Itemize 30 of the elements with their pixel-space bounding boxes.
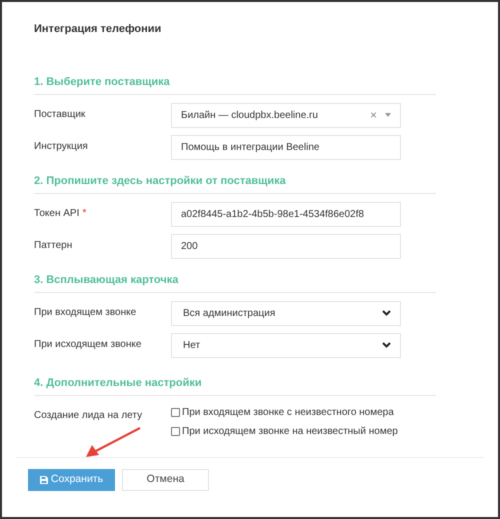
field-label: Паттерн [34, 238, 72, 252]
chevron-icon [382, 342, 391, 348]
caret-icon [385, 113, 391, 117]
dialog-title: Интеграция телефонии [34, 22, 162, 37]
field-label: При входящем звонке [34, 306, 136, 320]
field-label: Инструкция [34, 140, 88, 154]
dropdown[interactable]: Нет [171, 332, 401, 358]
chevron-icon [382, 310, 391, 316]
field-label: При исходящем звонке [34, 338, 142, 352]
field-label: Токен API [34, 206, 80, 220]
field-label: Поставщик [34, 108, 86, 122]
arrow-drawing [84, 426, 142, 458]
checkbox[interactable] [171, 426, 180, 436]
clear-icon[interactable]: × [370, 109, 377, 121]
field-label: Создание лида на лету [34, 408, 142, 422]
checkbox-label: При исходящем звонке на неизвестный номер [182, 424, 398, 438]
checkbox[interactable] [171, 408, 180, 416]
dropdown[interactable]: Вся администрация [171, 300, 401, 326]
floppy-icon [40, 476, 48, 484]
input-field[interactable]: 200 [171, 234, 401, 258]
cancel-button[interactable]: Отмена [122, 468, 209, 490]
required-mark: * [82, 206, 86, 220]
provider-select[interactable]: Билайн — cloudpbx.beeline.ru × [171, 102, 401, 128]
input-field[interactable]: a02f8445-a1b2-4b5b-98e1-4534f86e02f8 [171, 202, 401, 226]
section-heading: 4. Дополнительные настройки [34, 376, 202, 388]
section-heading: 1. Выберите поставщика [34, 76, 170, 88]
section-heading: 3. Всплывающая карточка [34, 274, 178, 286]
input-field[interactable]: Помощь в интеграции Beeline [171, 134, 401, 160]
section-heading: 2. Пропишите здесь настройки от поставщика [34, 174, 286, 186]
checkbox-label: При входящем звонке с неизвестного номера [182, 406, 394, 420]
